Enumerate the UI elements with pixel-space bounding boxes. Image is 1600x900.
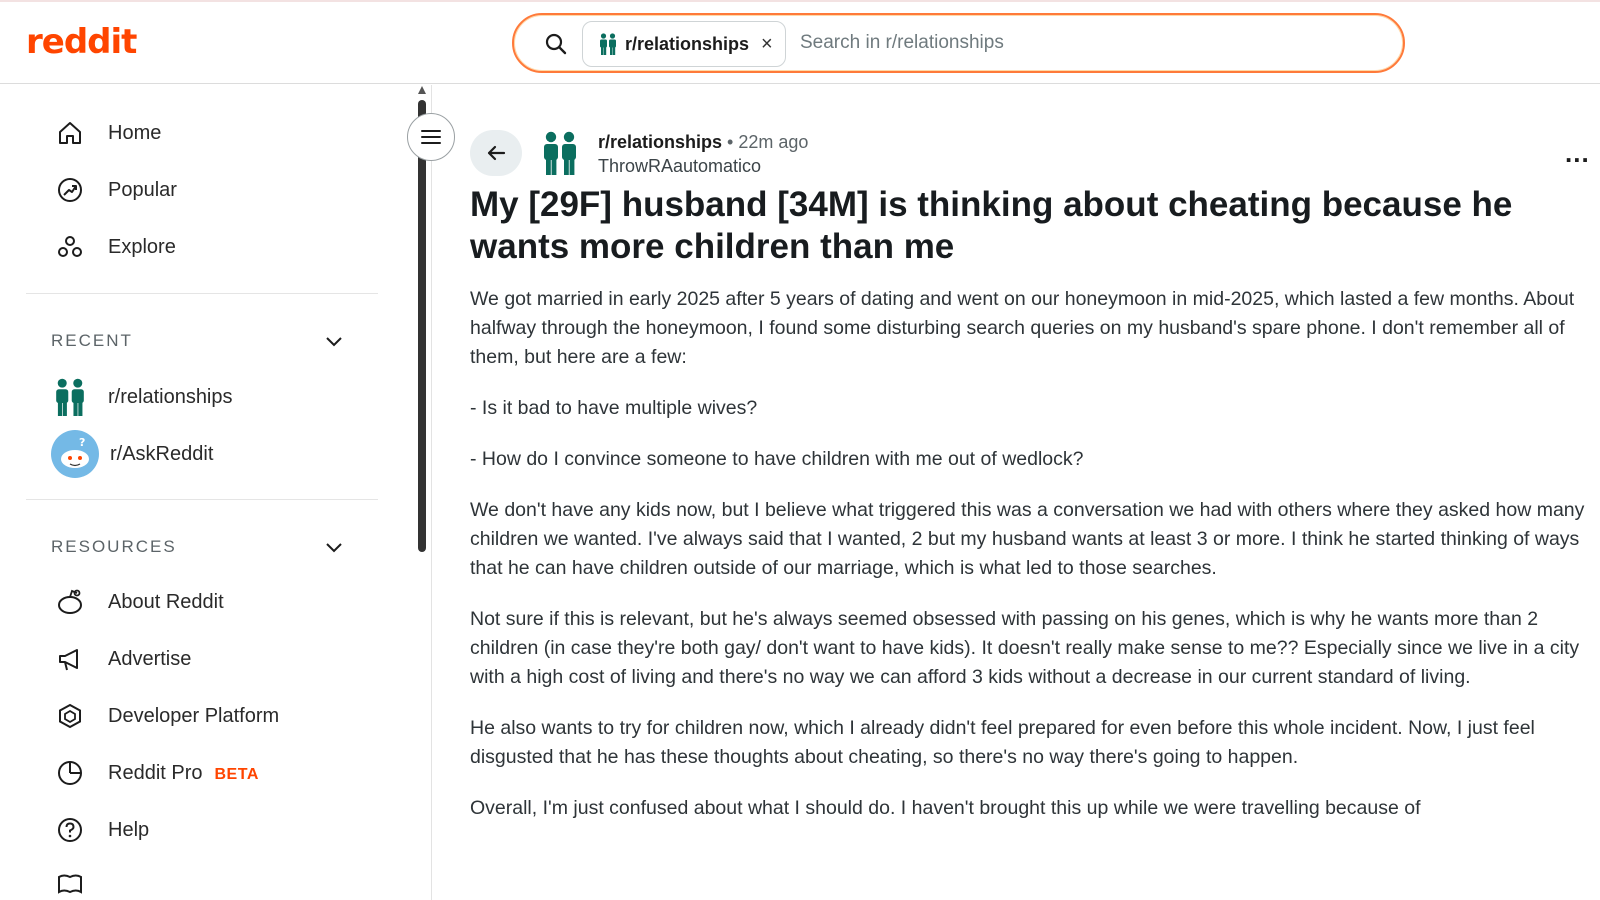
- scroll-up-arrow[interactable]: [418, 86, 426, 94]
- sidebar-item-label: About Reddit: [108, 590, 224, 613]
- book-icon: [54, 867, 86, 897]
- subreddit-link[interactable]: r/relationships: [598, 132, 722, 152]
- developer-platform-icon: [54, 700, 86, 732]
- sidebar-item-relationships[interactable]: r/relationships: [54, 377, 233, 417]
- sidebar-item-partial[interactable]: [54, 867, 86, 897]
- askreddit-community-icon: ?: [50, 429, 100, 479]
- divider: [26, 293, 378, 294]
- sidebar-item-label: r/AskReddit: [110, 442, 214, 465]
- sidebar-item-advertise[interactable]: Advertise: [54, 639, 191, 679]
- beta-badge: BETA: [214, 765, 259, 783]
- chevron-down-icon[interactable]: [322, 535, 346, 559]
- chevron-down-icon[interactable]: [322, 329, 346, 353]
- post-paragraph: We got married in early 2025 after 5 yea…: [470, 288, 1575, 368]
- relationships-community-icon: [600, 33, 616, 55]
- reddit-pro-icon: [54, 757, 86, 789]
- sidebar-item-label: Advertise: [108, 647, 192, 670]
- relationships-community-icon: [54, 378, 86, 416]
- sidebar-item-help[interactable]: Help: [54, 810, 149, 850]
- sidebar-item-home[interactable]: Home: [54, 113, 161, 153]
- back-button[interactable]: [470, 130, 522, 176]
- sidebar-scrollbar[interactable]: [418, 100, 426, 552]
- post-paragraph: Overall, I'm just confused about what I …: [470, 797, 1421, 819]
- post-body: We got married in early 2025 after 5 yea…: [470, 285, 1592, 845]
- sidebar-item-label: Developer Platform: [108, 704, 280, 727]
- post-paragraph: We don't have any kids now, but I believ…: [470, 499, 1585, 579]
- sidebar-item-explore[interactable]: Explore: [54, 227, 176, 267]
- reddit-pro-label: Reddit Pro: [108, 761, 203, 784]
- divider: [26, 499, 378, 500]
- meta-separator: •: [727, 132, 734, 152]
- search-bar[interactable]: r/relationships × Search in r/relationsh…: [512, 13, 1405, 73]
- sidebar-item-popular[interactable]: Popular: [54, 170, 177, 210]
- search-input[interactable]: Search in r/relationships: [800, 32, 1004, 54]
- top-header: reddit r/relationships × Search in r/rel…: [0, 0, 1600, 84]
- sidebar-item-developer-platform[interactable]: Developer Platform: [54, 696, 279, 736]
- sidebar-item-label: Home: [108, 121, 162, 144]
- search-scope-chip[interactable]: r/relationships ×: [582, 21, 786, 67]
- sidebar-item-label: Reddit Pro BETA: [108, 762, 259, 785]
- popular-icon: [54, 174, 86, 206]
- post-time: 22m ago: [738, 132, 809, 152]
- menu-icon: [421, 130, 441, 144]
- collapse-sidebar-button[interactable]: [407, 113, 455, 161]
- sidebar-item-label: Popular: [108, 178, 177, 201]
- post-title: My [29F] husband [34M] is thinking about…: [470, 185, 1513, 266]
- search-scope-label: r/relationships: [625, 33, 750, 54]
- post-paragraph: - Is it bad to have multiple wives?: [470, 397, 758, 419]
- sidebar-item-askreddit[interactable]: ? r/AskReddit: [50, 430, 214, 478]
- reddit-logo[interactable]: reddit: [26, 22, 137, 62]
- post-paragraph: - How do I convince someone to have chil…: [470, 448, 1084, 470]
- recent-section-title: RECENT: [51, 331, 133, 350]
- megaphone-icon: [54, 643, 86, 675]
- left-sidebar: Home Popular Explore RECENT r/relationsh…: [0, 85, 432, 900]
- search-icon: [545, 33, 567, 55]
- post-meta: r/relationships • 22m ago: [598, 132, 808, 153]
- post-paragraph: He also wants to try for children now, w…: [470, 717, 1535, 768]
- about-reddit-icon: [54, 586, 86, 618]
- svg-text:?: ?: [79, 436, 85, 449]
- resources-section-title: RESOURCES: [51, 537, 177, 556]
- relationships-community-icon[interactable]: [542, 131, 578, 175]
- sidebar-item-reddit-pro[interactable]: Reddit Pro BETA: [54, 753, 259, 793]
- arrow-left-icon: [487, 145, 506, 161]
- help-icon: [54, 814, 86, 846]
- sidebar-item-label: Explore: [108, 235, 176, 258]
- close-icon[interactable]: ×: [761, 33, 773, 56]
- sidebar-item-about-reddit[interactable]: About Reddit: [54, 582, 224, 622]
- home-icon: [54, 117, 86, 149]
- sidebar-item-label: Help: [108, 818, 150, 841]
- explore-icon: [54, 231, 86, 263]
- post-paragraph: Not sure if this is relevant, but he's a…: [470, 608, 1580, 688]
- post-author[interactable]: ThrowRAautomatico: [598, 156, 761, 177]
- more-options-button[interactable]: ...: [1565, 138, 1590, 169]
- sidebar-item-label: r/relationships: [108, 385, 233, 408]
